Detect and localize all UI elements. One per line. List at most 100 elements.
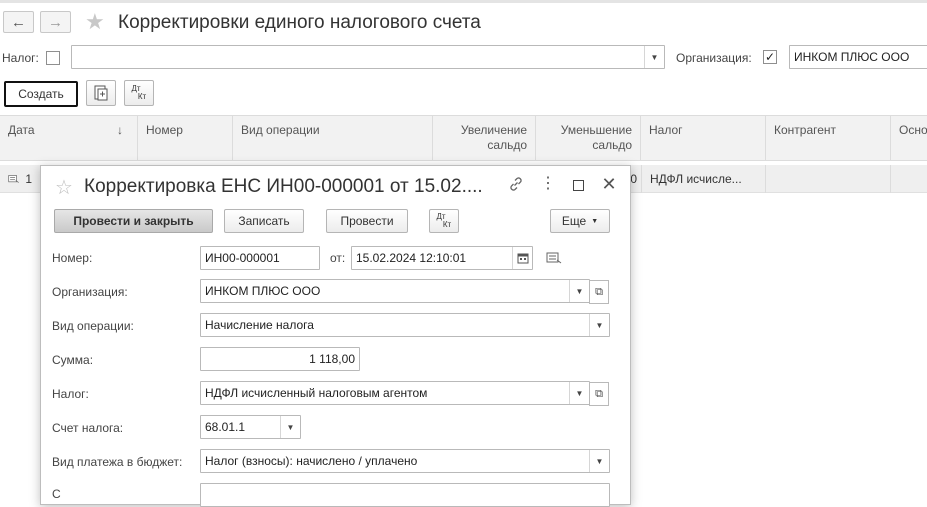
more-actions-icon[interactable]: ⋮ (539, 176, 557, 192)
org-filter-field[interactable]: ИНКОМ ПЛЮС ООО (789, 45, 927, 69)
dialog-dt-kt-icon: Дт Кт (436, 213, 452, 229)
column-date[interactable]: Дата ↓ (0, 116, 138, 160)
payment-type-value: Налог (взносы): начислено / уплачено (205, 454, 418, 468)
copy-button[interactable] (86, 80, 116, 106)
post-and-close-button[interactable]: Провести и закрыть (54, 209, 213, 233)
organization-open-button[interactable]: ⧉ (589, 280, 609, 304)
row-tax-cell: НДФЛ исчисле... (641, 165, 766, 193)
dialog-kt-label: Кт (442, 220, 452, 229)
dialog-favorite-star-icon[interactable]: ☆ (55, 177, 73, 199)
column-tax[interactable]: Налог (641, 116, 766, 160)
row-tax-value: НДФЛ исчисле... (650, 172, 742, 186)
number-field[interactable]: ИН00-000001 (200, 246, 320, 270)
create-button-label: Создать (18, 87, 64, 101)
organization-dropdown-button[interactable]: ▼ (569, 280, 589, 302)
column-increase-label-2: сальдо (487, 138, 527, 152)
dt-kt-button[interactable]: Дт Кт (124, 80, 154, 106)
window-top-border (0, 0, 927, 3)
column-operation[interactable]: Вид операции (233, 116, 433, 160)
tax-field[interactable]: НДФЛ исчисленный налоговым агентом ▼ (200, 381, 590, 405)
column-date-label: Дата (8, 123, 35, 137)
operation-type-field[interactable]: Начисление налога ▼ (200, 313, 610, 337)
date-field[interactable]: 15.02.2024 12:10:01 (351, 246, 533, 270)
payment-type-field[interactable]: Налог (взносы): начислено / уплачено ▼ (200, 449, 610, 473)
kt-label: Кт (137, 92, 147, 101)
row-date-cell: 1 (0, 165, 40, 193)
triangle-down-icon: ▼ (650, 52, 659, 62)
column-increase[interactable]: Увеличение сальдо (433, 116, 536, 160)
tax-value: НДФЛ исчисленный налоговым агентом (205, 386, 428, 400)
tax-label: Налог: (52, 387, 89, 401)
tax-account-value: 68.01.1 (205, 420, 246, 434)
triangle-down-icon: ▼ (595, 320, 604, 330)
document-posted-icon (8, 175, 19, 183)
forward-button[interactable]: → (40, 11, 71, 33)
page-title: Корректировки единого налогового счета (118, 12, 481, 33)
column-operation-label: Вид операции (241, 123, 320, 137)
column-counterparty[interactable]: Контрагент (766, 116, 891, 160)
arrow-left-icon: ← (11, 13, 26, 31)
tax-filter-dropdown-button[interactable]: ▼ (644, 46, 664, 68)
tax-filter-field[interactable]: ▼ (71, 45, 665, 69)
close-icon[interactable]: ✕ (600, 175, 618, 193)
history-list-icon (546, 252, 562, 264)
maximize-icon[interactable] (573, 180, 584, 191)
triangle-down-icon: ▼ (575, 388, 584, 398)
calendar-button[interactable] (512, 247, 532, 269)
column-decrease-label-1: Уменьшение (560, 123, 632, 137)
open-external-icon: ⧉ (595, 285, 603, 298)
tax-dropdown-button[interactable]: ▼ (569, 382, 589, 404)
row-date-value: 1 (25, 172, 32, 186)
link-icon[interactable] (507, 176, 525, 196)
operation-type-label: Вид операции: (52, 319, 134, 333)
dialog-dt-kt-button[interactable]: Дт Кт (429, 209, 459, 233)
next-field-label: С (52, 487, 61, 501)
organization-label: Организация: (52, 285, 128, 299)
number-value: ИН00-000001 (205, 251, 280, 265)
calendar-icon (517, 253, 528, 264)
payment-type-dropdown-button[interactable]: ▼ (589, 450, 609, 472)
save-label: Записать (238, 214, 290, 228)
org-filter-label: Организация: (676, 51, 752, 65)
organization-value: ИНКОМ ПЛЮС ООО (205, 284, 321, 298)
triangle-down-icon: ▼ (286, 422, 295, 432)
post-button[interactable]: Провести (326, 209, 408, 233)
tax-open-button[interactable]: ⧉ (589, 382, 609, 406)
column-number[interactable]: Номер (138, 116, 233, 160)
tax-account-field[interactable]: 68.01.1 ▼ (200, 415, 301, 439)
save-button[interactable]: Записать (224, 209, 304, 233)
next-field[interactable] (200, 483, 610, 507)
create-button[interactable]: Создать (4, 81, 78, 107)
post-and-close-label: Провести и закрыть (73, 214, 194, 228)
sum-field[interactable]: 1 118,00 (200, 347, 360, 371)
row-counterparty-cell (766, 165, 891, 193)
table-header: Дата ↓ Номер Вид операции Увеличение сал… (0, 115, 927, 161)
column-number-label: Номер (146, 123, 183, 137)
open-external-icon: ⧉ (595, 387, 603, 400)
favorite-star-icon[interactable]: ★ (85, 11, 105, 33)
tax-account-dropdown-button[interactable]: ▼ (280, 416, 300, 438)
column-basis[interactable]: Осно (891, 116, 927, 160)
back-button[interactable]: ← (3, 11, 34, 33)
column-decrease-label-2: сальдо (592, 138, 632, 152)
dt-kt-icon: Дт Кт (131, 85, 147, 101)
org-filter-checkbox[interactable]: ✓ (763, 50, 777, 64)
tax-filter-label: Налог: (2, 51, 39, 65)
check-icon: ✓ (764, 50, 776, 64)
operation-type-dropdown-button[interactable]: ▼ (589, 314, 609, 336)
copy-document-icon (94, 85, 108, 101)
date-from-label: от: (330, 251, 346, 265)
more-label: Еще (561, 214, 587, 228)
sum-value: 1 118,00 (309, 352, 355, 366)
triangle-down-icon: ▼ (591, 217, 599, 225)
organization-field[interactable]: ИНКОМ ПЛЮС ООО ▼ (200, 279, 590, 303)
arrow-right-icon: → (48, 13, 63, 31)
history-button[interactable] (546, 251, 562, 268)
tax-filter-checkbox[interactable] (46, 51, 60, 65)
triangle-down-icon: ▼ (575, 286, 584, 296)
more-button[interactable]: Еще ▼ (550, 209, 610, 233)
operation-type-value: Начисление налога (205, 318, 314, 332)
adjustment-dialog: ☆ Корректировка ЕНС ИН00-000001 от 15.02… (40, 165, 631, 507)
triangle-down-icon: ▼ (595, 456, 604, 466)
column-decrease[interactable]: Уменьшение сальдо (536, 116, 641, 160)
